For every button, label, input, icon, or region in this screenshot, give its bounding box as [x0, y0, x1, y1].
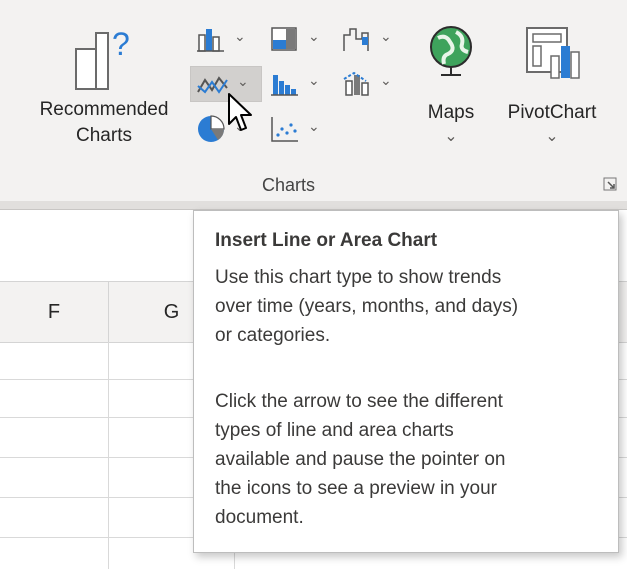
insert-column-chart-button[interactable]: ⌄ — [190, 22, 260, 56]
insert-statistic-chart-button[interactable]: ⌄ — [264, 66, 334, 100]
charts-group-label: Charts — [262, 175, 316, 195]
scatter-chart-icon — [271, 117, 298, 142]
column-chart-icon — [197, 29, 224, 52]
pointer-cursor-icon — [228, 93, 252, 131]
dialog-launcher-icon[interactable] — [603, 177, 617, 191]
pivotchart-label: PivotChart — [507, 102, 597, 123]
recommended-charts-label-line2: Charts — [76, 125, 132, 146]
globe-icon — [430, 26, 472, 76]
recommended-charts-icon: ? — [75, 26, 130, 90]
insert-hierarchy-chart-button[interactable]: ⌄ — [264, 22, 334, 56]
tooltip-title: Insert Line or Area Chart — [215, 230, 438, 251]
recommended-charts-label-line1: Recommended — [39, 99, 169, 120]
chevron-down-icon: ⌄ — [308, 72, 320, 88]
ribbon-border — [0, 201, 627, 210]
hierarchy-chart-icon — [271, 27, 297, 51]
pivotchart-button[interactable]: PivotChart ⌄ — [493, 20, 611, 155]
insert-waterfall-chart-button[interactable]: ⌄ — [336, 22, 406, 56]
chevron-down-icon: ⌄ — [380, 72, 392, 88]
tooltip-description: Use this chart type to show trends over … — [215, 267, 519, 346]
pivotchart-icon — [526, 27, 580, 79]
chevron-down-icon: ⌄ — [308, 118, 320, 134]
insert-combo-chart-button[interactable]: ⌄ — [336, 66, 406, 100]
tooltip-instructions: Click the arrow to see the different typ… — [215, 391, 506, 528]
chevron-down-icon: ⌄ — [237, 73, 249, 89]
svg-text:?: ? — [112, 26, 130, 62]
waterfall-chart-icon — [343, 28, 369, 51]
maps-label: Maps — [427, 102, 475, 123]
ribbon-charts-group: ? Recommended Charts ⌄ ⌄ ⌄ ⌄ ⌄ ⌄ ⌄ Maps … — [0, 0, 627, 201]
recommended-charts-button[interactable]: ? Recommended Charts — [20, 15, 188, 165]
chevron-down-icon: ⌄ — [234, 28, 246, 44]
pie-chart-icon — [198, 115, 225, 142]
tooltip-insert-line-or-area-chart: Insert Line or Area Chart Use this chart… — [193, 210, 619, 553]
line-area-chart-icon — [197, 76, 228, 94]
maps-button[interactable]: Maps ⌄ — [415, 20, 487, 155]
statistic-chart-icon — [271, 75, 298, 96]
chevron-down-icon: ⌄ — [380, 28, 392, 44]
combo-chart-icon — [343, 71, 369, 96]
chevron-down-icon: ⌄ — [444, 128, 458, 145]
insert-scatter-chart-button[interactable]: ⌄ — [264, 112, 334, 146]
column-header-f[interactable]: F — [0, 282, 109, 342]
chevron-down-icon: ⌄ — [545, 128, 559, 145]
chevron-down-icon: ⌄ — [308, 28, 320, 44]
